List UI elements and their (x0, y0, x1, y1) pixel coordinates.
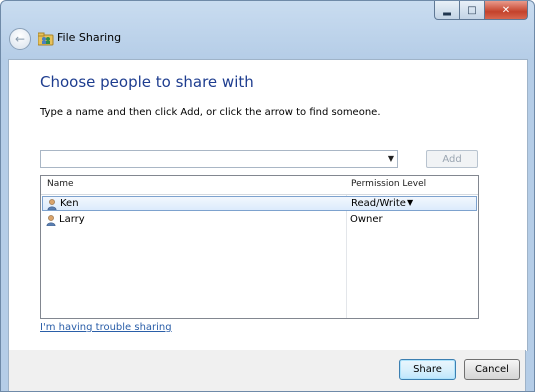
page-heading: Choose people to share with (40, 73, 254, 91)
maximize-icon: □ (467, 4, 477, 16)
file-sharing-window: ▂ □ ✕ ← File Sharing Choose people to sh… (0, 0, 535, 392)
back-arrow-icon: ← (14, 32, 26, 46)
permission-level: Owner (350, 214, 383, 225)
dialog-footer: Share Cancel (8, 350, 526, 391)
title-bar: ▂ □ ✕ ← File Sharing (1, 1, 534, 61)
row-name: Ken (60, 198, 79, 209)
back-button[interactable]: ← (9, 28, 31, 50)
cancel-button[interactable]: Cancel (464, 359, 520, 380)
column-header-name[interactable]: Name (47, 179, 74, 189)
minimize-button[interactable]: ▂ (434, 1, 460, 20)
share-button[interactable]: Share (399, 359, 456, 380)
table-row[interactable]: Ken Read/Write ▼ (42, 196, 477, 211)
content-area: Choose people to share with Type a name … (8, 59, 528, 351)
user-icon (47, 199, 57, 210)
name-input[interactable] (44, 152, 374, 166)
maximize-button[interactable]: □ (460, 1, 485, 20)
window-controls: ▂ □ ✕ (434, 1, 528, 20)
row-name: Larry (59, 214, 85, 225)
close-icon: ✕ (501, 4, 511, 16)
window-title: File Sharing (57, 31, 122, 44)
close-button[interactable]: ✕ (485, 1, 528, 20)
instructions-text: Type a name and then click Add, or click… (40, 107, 381, 118)
trouble-sharing-link[interactable]: I'm having trouble sharing (40, 322, 172, 333)
name-combobox[interactable]: ▼ (40, 150, 398, 168)
table-row[interactable]: Larry Owner (42, 213, 477, 228)
user-icon (46, 215, 56, 226)
column-header-permission[interactable]: Permission Level (351, 179, 426, 189)
dropdown-arrow-icon[interactable]: ▼ (388, 154, 394, 163)
add-button[interactable]: Add (426, 150, 478, 168)
minimize-icon: ▂ (443, 4, 451, 16)
permission-dropdown-icon[interactable]: ▼ (407, 198, 413, 207)
list-header: Name Permission Level (41, 176, 478, 195)
file-sharing-icon (38, 32, 54, 46)
sharing-list: Name Permission Level Ken Read/Write ▼ L… (40, 175, 479, 319)
permission-level[interactable]: Read/Write (351, 198, 406, 209)
